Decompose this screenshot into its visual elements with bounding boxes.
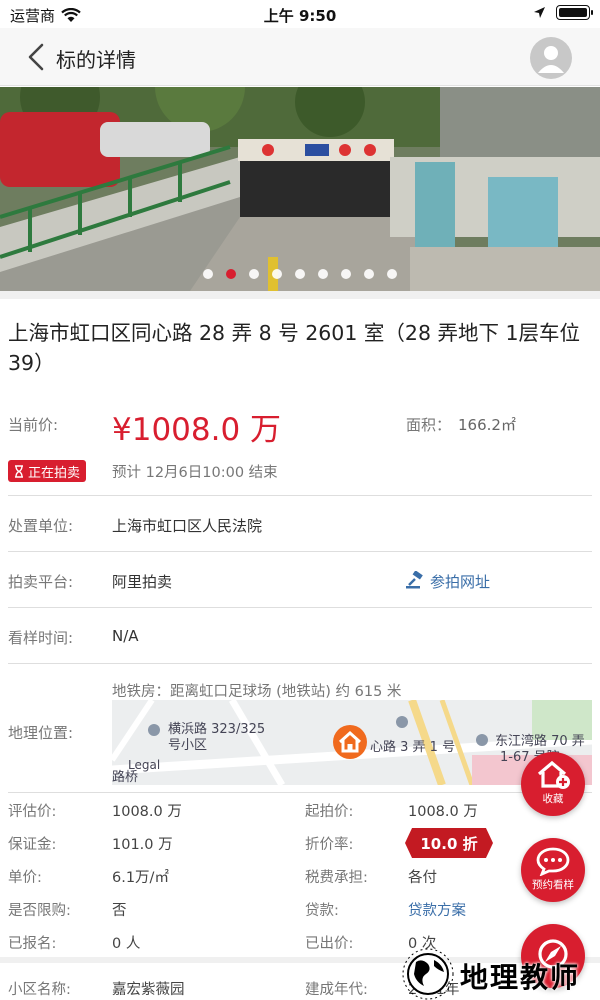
map-label-poi1b: 号小区	[168, 738, 208, 753]
status-bar: 运营商 上午 9:50	[0, 0, 600, 28]
auction-link[interactable]: 参拍网址	[430, 571, 490, 592]
status-badge: 正在拍卖	[8, 460, 87, 482]
purchase-limit-value: 否	[112, 903, 127, 919]
end-time: 预计 12月6日10:00 结束	[112, 465, 278, 481]
page-title: 标的详情	[56, 48, 136, 72]
assess-label: 评估价:	[8, 804, 57, 820]
purchase-limit-label: 是否限购:	[8, 903, 71, 919]
assess-value: 1008.0 万	[112, 804, 182, 820]
carousel-dot[interactable]	[249, 269, 259, 279]
platform-label: 拍卖平台:	[8, 573, 74, 591]
platform-value: 阿里拍卖	[112, 573, 173, 591]
nav-bar: 标的详情	[0, 28, 600, 86]
deposit-label: 保证金:	[8, 837, 57, 853]
hourglass-icon	[15, 464, 23, 478]
divider	[8, 663, 592, 664]
community-value: 嘉宏紫薇园	[112, 982, 185, 998]
property-title: 上海市虹口区同心路 28 弄 8 号 2601 室（28 弄地下 1层车位 39…	[8, 321, 581, 375]
status-right	[533, 5, 593, 20]
watermark-text: 地理教师	[460, 961, 581, 994]
status-badge-text: 正在拍卖	[28, 465, 81, 481]
disposal-label: 处置单位:	[8, 517, 74, 535]
user-icon	[538, 46, 564, 73]
avatar[interactable]	[530, 37, 572, 79]
location-label: 地理位置:	[8, 724, 74, 742]
loan-label: 贷款:	[305, 903, 339, 919]
carousel-dot[interactable]	[341, 269, 351, 279]
divider	[8, 495, 592, 496]
favorite-button[interactable]: 收藏	[521, 752, 585, 816]
discount-badge: 10.0 折	[405, 828, 493, 858]
build-year-label: 建成年代:	[305, 982, 368, 998]
back-icon[interactable]	[22, 42, 52, 72]
carousel-dot[interactable]	[203, 269, 213, 279]
status-time: 上午 9:50	[263, 7, 337, 25]
signup-value: 0 人	[112, 936, 141, 952]
area-label: 面积：	[406, 416, 452, 434]
appointment-label: 预约看样	[532, 879, 574, 891]
start-price-value: 1008.0 万	[408, 804, 478, 820]
house-marker-icon[interactable]	[332, 724, 368, 760]
carousel-dot[interactable]	[364, 269, 374, 279]
community-label: 小区名称:	[8, 982, 71, 998]
unit-price-label: 单价:	[8, 870, 42, 886]
location-arrow-icon	[534, 7, 545, 18]
loan-plan-link[interactable]: 贷款方案	[408, 899, 466, 920]
tax-label: 税费承担:	[305, 870, 368, 886]
divider	[8, 607, 592, 608]
banner-image	[0, 87, 600, 291]
map-label-legal: Legal	[128, 758, 161, 772]
carousel-dots	[0, 269, 600, 279]
signup-label: 已报名:	[8, 936, 57, 952]
current-price-label: 当前价:	[8, 416, 59, 434]
unit-price-value: 6.1万/㎡	[112, 870, 169, 886]
area-value: 166.2㎡	[458, 416, 516, 434]
divider	[8, 551, 592, 552]
bid-count-label: 已出价:	[305, 936, 354, 952]
chat-bubble-icon	[536, 847, 570, 876]
metro-info: 地铁房：距离虹口足球场 (地铁站) 约 615 米	[112, 684, 402, 700]
carousel-dot[interactable]	[295, 269, 305, 279]
house-plus-icon	[537, 760, 570, 789]
discount-label: 折价率:	[305, 837, 354, 853]
banner-carousel[interactable]	[0, 87, 600, 291]
disposal-value: 上海市虹口区人民法院	[112, 517, 263, 535]
location-map[interactable]: 横浜路 323/325 号小区 心路 3 弄 1 号 东江湾路 70 弄 1-6…	[112, 700, 592, 785]
divider	[8, 792, 592, 793]
gavel-icon[interactable]	[405, 571, 429, 589]
map-label-poi2: 心路 3 弄 1 号	[370, 740, 456, 755]
carousel-dot[interactable]	[318, 269, 328, 279]
tax-value: 各付	[408, 870, 437, 886]
deposit-value: 101.0 万	[112, 837, 173, 853]
watermark: 地理教师	[398, 948, 598, 1000]
current-price-value: ¥1008.0 万	[112, 412, 282, 448]
viewing-value: N/A	[112, 627, 139, 645]
banner-separator	[0, 291, 600, 299]
carousel-dot[interactable]	[226, 269, 236, 279]
appointment-button[interactable]: 预约看样	[521, 838, 585, 902]
viewing-label: 看样时间:	[8, 629, 74, 647]
carousel-dot[interactable]	[272, 269, 282, 279]
carousel-dot[interactable]	[387, 269, 397, 279]
globe-logo	[402, 948, 454, 1000]
battery-icon	[556, 5, 593, 20]
favorite-label: 收藏	[542, 793, 564, 805]
start-price-label: 起拍价:	[305, 804, 354, 820]
